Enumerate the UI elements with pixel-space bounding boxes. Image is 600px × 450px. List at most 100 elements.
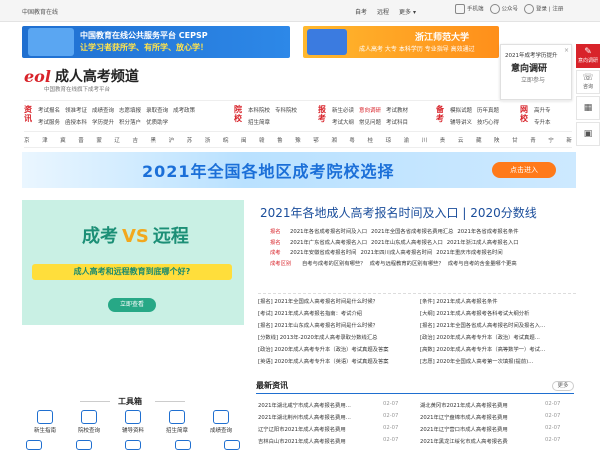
province-link[interactable]: 皖 bbox=[223, 136, 229, 147]
article-link[interactable]: [条件] 2021年成人高考报名条件 bbox=[420, 297, 575, 305]
province-link[interactable]: 晋 bbox=[78, 136, 84, 147]
nav-link[interactable]: 高升专 bbox=[534, 106, 551, 114]
nav-link[interactable]: 专升本 bbox=[534, 118, 551, 126]
hot-link[interactable]: 2021年各省成考报名时间及入口 bbox=[290, 227, 367, 235]
nav-link[interactable]: 领准考证 bbox=[65, 106, 87, 114]
promo-image[interactable]: 成考 VS 远程 成人高考和远程教育到底哪个好? 立即查看 bbox=[22, 200, 244, 325]
nav-link[interactable]: 辅导讲义 bbox=[450, 118, 472, 126]
site-logo[interactable]: eol 成人高考频道 bbox=[24, 66, 139, 86]
province-link[interactable]: 青 bbox=[530, 136, 536, 147]
nav-link[interactable]: 技巧心得 bbox=[477, 118, 499, 126]
article-link[interactable]: [报名] 2021年全国各省成人高考报名时间及报名入… bbox=[420, 321, 575, 329]
latest-item[interactable]: 湖北黄冈市2021年成人高考报名费用 02-07 bbox=[420, 401, 560, 409]
hot-link[interactable]: 2021年四川成人高考报名时间 bbox=[360, 248, 432, 256]
province-link[interactable]: 宁 bbox=[548, 136, 554, 147]
hot-link[interactable]: 2021年广东省成人高考报名入口 bbox=[290, 238, 367, 246]
latest-item[interactable]: 2021年辽宁营口市成人高考报名费用 02-07 bbox=[420, 425, 560, 433]
top-link-yuancheng[interactable]: 远程 bbox=[377, 7, 389, 16]
site-name-link[interactable]: 中国教育在线 bbox=[22, 7, 58, 16]
article-link[interactable]: [大纲] 2021年成人高考报考各科考试大纲分析 bbox=[420, 309, 575, 317]
province-link[interactable]: 京 bbox=[24, 136, 30, 147]
article-link[interactable]: [考试] 2021年成人高考报名指南：考试介绍 bbox=[258, 309, 413, 317]
nav-link[interactable]: 成绩查询 bbox=[92, 106, 114, 114]
top-link-zikao[interactable]: 自考 bbox=[355, 7, 367, 16]
province-link[interactable]: 浙 bbox=[205, 136, 211, 147]
latest-item[interactable]: 2021年辽宁盘锦市成人高考报名费用 02-07 bbox=[420, 413, 560, 421]
nav-link[interactable]: 考试科目 bbox=[386, 118, 408, 126]
ad-banner-cepsp[interactable]: 中国教育在线公共服务平台 CEPSP 让学习者获所学、有所学、放心学！ bbox=[22, 26, 290, 58]
ad-banner-zjnu[interactable]: 浙江师范大学 成人高考 大专 本科学历 专业指导 高效通过 bbox=[303, 26, 499, 58]
province-link[interactable]: 甘 bbox=[512, 136, 518, 147]
hot-link[interactable]: 自考与成考的区别有哪些？ bbox=[302, 259, 366, 267]
nav-link[interactable]: 成考政策 bbox=[173, 106, 195, 114]
province-link[interactable]: 鄂 bbox=[313, 136, 319, 147]
promo-view-button[interactable]: 立即查看 bbox=[108, 298, 156, 312]
latest-item[interactable]: 吉林白山市2021年成人高考报名费用 02-07 bbox=[258, 437, 398, 445]
nav-link-highlight[interactable]: 意向调研 bbox=[359, 106, 381, 114]
province-link[interactable]: 鲁 bbox=[277, 136, 283, 147]
province-link[interactable]: 津 bbox=[42, 136, 48, 147]
article-link[interactable]: [政治] 2020年成人高考专升本（政治）考试真题… bbox=[420, 333, 575, 341]
nav-link[interactable]: 招生简章 bbox=[248, 118, 270, 126]
latest-item[interactable]: 辽宁辽阳市2021年成人高考报名费用 02-07 bbox=[258, 425, 398, 433]
province-link[interactable]: 新 bbox=[566, 136, 572, 147]
article-link[interactable]: [英语] 2020年成人高考专升本（英语）考试真题及答案 bbox=[258, 357, 413, 365]
nav-link[interactable]: 积分落户 bbox=[119, 118, 141, 126]
province-link[interactable]: 陕 bbox=[494, 136, 500, 147]
hot-link[interactable]: 成考与自考的含金量哪个更高 bbox=[448, 259, 517, 267]
nav-link[interactable]: 本科院校 bbox=[248, 106, 270, 114]
province-link[interactable]: 苏 bbox=[187, 136, 193, 147]
login-link[interactable]: 登录 | 注册 bbox=[524, 4, 563, 14]
hot-link[interactable]: 2021年重庆市成考报名时间 bbox=[436, 248, 502, 256]
side-qr-button[interactable]: ▣ bbox=[576, 122, 600, 146]
tool-materials[interactable]: 辅导资料 bbox=[114, 410, 152, 434]
mobile-link[interactable]: 手机端 bbox=[455, 4, 484, 14]
nav-link[interactable]: 历年真题 bbox=[477, 106, 499, 114]
hot-link[interactable]: 2021年山东成人高考报名入口 bbox=[371, 238, 443, 246]
province-link[interactable]: 川 bbox=[422, 136, 428, 147]
province-link[interactable]: 沪 bbox=[169, 136, 175, 147]
tool-guide[interactable]: 新生指南 bbox=[26, 410, 64, 434]
province-link[interactable]: 云 bbox=[458, 136, 464, 147]
nav-link[interactable]: 新生必读 bbox=[332, 106, 354, 114]
tool-brochure[interactable]: 招生简章 bbox=[158, 410, 196, 434]
side-grid-button[interactable]: ▦ bbox=[576, 96, 600, 120]
wechat-link[interactable]: 公众号 bbox=[489, 4, 518, 14]
tool-score[interactable]: 成绩查询 bbox=[202, 410, 240, 434]
hot-link[interactable]: 2021年各省成考报名条件 bbox=[457, 227, 518, 235]
top-link-more[interactable]: 更多 ▾ bbox=[399, 7, 416, 16]
tool-icon[interactable] bbox=[26, 440, 42, 450]
article-link[interactable]: [报名] 2021年全国成人高考报名时间是什么时候？ bbox=[258, 297, 413, 305]
nav-link[interactable]: 录取查询 bbox=[146, 106, 168, 114]
nav-link[interactable]: 常见问题 bbox=[359, 118, 381, 126]
tool-icon[interactable] bbox=[174, 440, 191, 450]
province-link[interactable]: 桂 bbox=[367, 136, 373, 147]
hot-link[interactable]: 2021年全国各省成考报名费用汇总 bbox=[371, 227, 453, 235]
nav-link[interactable]: 考试报名 bbox=[38, 106, 60, 114]
province-link[interactable]: 粤 bbox=[349, 136, 355, 147]
province-link[interactable]: 黑 bbox=[151, 136, 157, 147]
article-link[interactable]: [政治] 2020年成人高考专升本（政治）考试真题及答案 bbox=[258, 345, 413, 353]
hot-link[interactable]: 成考与远程教育的区别有哪些？ bbox=[370, 259, 444, 267]
nav-link[interactable]: 学历提升 bbox=[92, 118, 114, 126]
hot-link[interactable]: 2021年浙江成人高考报名入口 bbox=[447, 238, 519, 246]
province-link[interactable]: 琼 bbox=[386, 136, 392, 147]
article-link[interactable]: [报名] 2021年山东成人高考报名时间是什么时候？ bbox=[258, 321, 413, 329]
latest-more-button[interactable]: 更多 bbox=[552, 381, 574, 391]
nav-link[interactable]: 优质助学 bbox=[146, 118, 168, 126]
province-link[interactable]: 湘 bbox=[331, 136, 337, 147]
nav-link[interactable]: 考试教材 bbox=[386, 106, 408, 114]
province-link[interactable]: 赣 bbox=[259, 136, 265, 147]
article-link[interactable]: [志愿] 2020年全国成人高考第一次填报(提前)… bbox=[420, 357, 575, 365]
province-link[interactable]: 辽 bbox=[114, 136, 120, 147]
province-link[interactable]: 藏 bbox=[476, 136, 482, 147]
province-link[interactable]: 渝 bbox=[404, 136, 410, 147]
enter-button[interactable]: 点击进入 bbox=[492, 162, 556, 178]
nav-link[interactable]: 考试服务 bbox=[38, 118, 60, 126]
province-link[interactable]: 冀 bbox=[60, 136, 66, 147]
close-icon[interactable]: × bbox=[564, 47, 569, 54]
province-link[interactable]: 蒙 bbox=[96, 136, 102, 147]
nav-link[interactable]: 函授本科 bbox=[65, 118, 87, 126]
school-selection-banner[interactable]: 2021年全国各地区成考院校选择 点击进入 bbox=[22, 152, 576, 188]
province-link[interactable]: 吉 bbox=[132, 136, 138, 147]
